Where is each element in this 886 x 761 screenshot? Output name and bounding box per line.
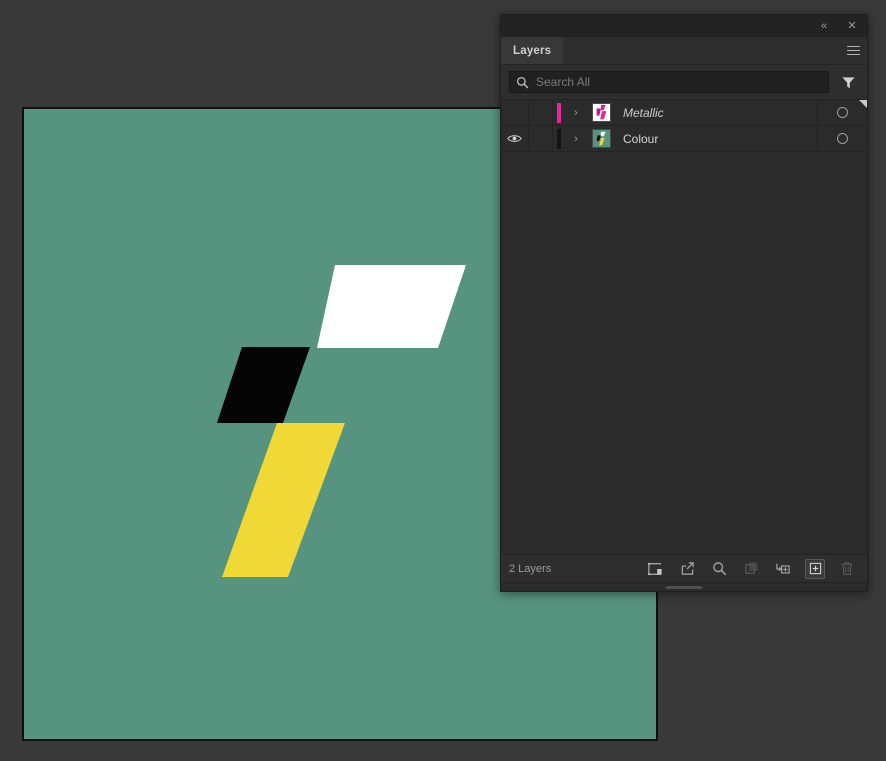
new-layer-button[interactable] xyxy=(805,558,825,579)
filter-button[interactable] xyxy=(837,71,859,93)
color-tag-metallic[interactable] xyxy=(553,100,565,125)
close-panel-icon[interactable]: ✕ xyxy=(843,17,861,35)
magnifier-icon xyxy=(712,562,726,576)
visibility-toggle-colour[interactable] xyxy=(501,126,529,151)
hamburger-icon xyxy=(846,43,860,58)
layer-name-colour[interactable]: Colour xyxy=(615,126,817,151)
mask-frame-icon xyxy=(648,562,662,575)
opacity-ring-icon xyxy=(837,133,848,144)
thumbnail-cell-metallic[interactable] xyxy=(587,100,615,125)
search-box[interactable] xyxy=(509,71,829,93)
application-window: « ✕ Layers Search All › Metallic › Colou… xyxy=(0,0,886,761)
lock-cell-metallic[interactable] xyxy=(529,100,553,125)
panel-resize-grip[interactable] xyxy=(501,582,867,591)
panel-titlebar[interactable]: « ✕ xyxy=(501,15,867,37)
grip-dots-icon xyxy=(666,585,702,589)
expand-toggle-colour[interactable]: › xyxy=(565,126,587,151)
filter-funnel-icon xyxy=(841,76,855,88)
panel-footer[interactable]: 2 Layers xyxy=(501,554,867,582)
opacity-cell-colour[interactable] xyxy=(817,126,867,151)
layer-list[interactable]: › Metallic › Colour xyxy=(501,99,867,554)
panel-search-row[interactable] xyxy=(501,65,867,99)
trash-icon xyxy=(841,562,853,575)
zoom-layer-button[interactable] xyxy=(709,559,729,579)
export-layer-button[interactable] xyxy=(677,559,697,579)
lock-cell-colour[interactable] xyxy=(529,126,553,151)
add-sublayer-button[interactable] xyxy=(773,559,793,579)
layer-count-label: 2 Layers xyxy=(509,562,552,575)
tab-layers[interactable]: Layers xyxy=(501,37,564,64)
shape-yellow-parallelogram[interactable] xyxy=(222,423,345,577)
eye-icon xyxy=(507,135,522,142)
thumbnail-cell-colour[interactable] xyxy=(587,126,615,151)
footer-toolbar[interactable] xyxy=(645,558,859,579)
mask-layer-button[interactable] xyxy=(645,559,665,579)
colour-thumbnail xyxy=(591,129,611,148)
layers-panel[interactable]: « ✕ Layers Search All › Metallic › Colou… xyxy=(500,14,868,592)
search-input[interactable] xyxy=(536,75,822,89)
opacity-ring-icon xyxy=(837,107,848,118)
table-row[interactable]: › Metallic xyxy=(501,100,867,126)
shape-black-parallelogram[interactable] xyxy=(217,347,310,423)
selection-corner-flag xyxy=(859,100,867,108)
plus-square-icon xyxy=(809,562,821,575)
layer-name-metallic[interactable]: Metallic xyxy=(615,100,817,125)
add-sublayer-icon xyxy=(776,563,790,574)
search-icon xyxy=(516,76,529,88)
collapse-panel-icon[interactable]: « xyxy=(815,17,833,35)
table-row[interactable]: › Colour xyxy=(501,126,867,152)
shape-white-parallelogram[interactable] xyxy=(317,265,466,348)
duplicate-squares-icon xyxy=(744,562,758,574)
expand-toggle-metallic[interactable]: › xyxy=(565,100,587,125)
duplicate-layer-button[interactable] xyxy=(741,559,761,579)
metallic-thumbnail xyxy=(591,103,611,122)
export-arrow-icon xyxy=(681,562,694,575)
delete-layer-button[interactable] xyxy=(837,559,857,579)
color-tag-colour[interactable] xyxy=(553,126,565,151)
visibility-toggle-metallic[interactable] xyxy=(501,100,529,125)
panel-tabstrip[interactable]: Layers xyxy=(501,37,867,65)
panel-menu-button[interactable] xyxy=(839,37,867,64)
